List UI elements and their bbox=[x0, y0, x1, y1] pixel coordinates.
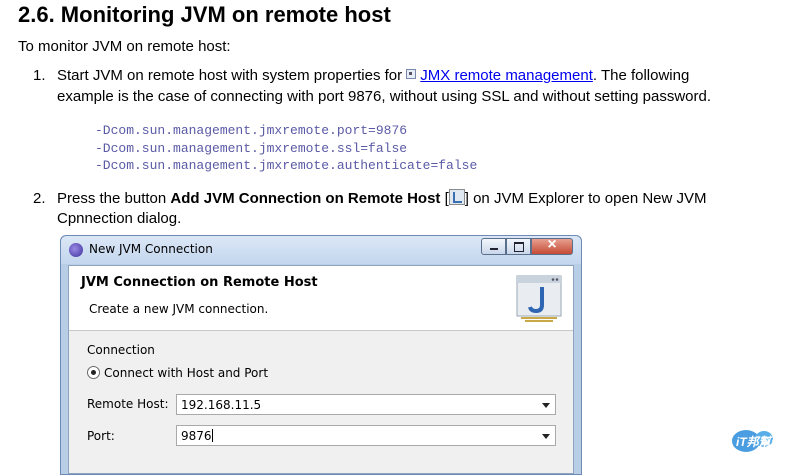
button-name: Add JVM Connection on Remote Host bbox=[170, 190, 441, 207]
maximize-button[interactable] bbox=[506, 238, 531, 255]
jmx-remote-management-link[interactable]: JMX remote management bbox=[420, 67, 593, 84]
step-1-number: 1. bbox=[33, 67, 46, 84]
step-1-line-2: example is the case of connecting with p… bbox=[57, 88, 711, 105]
header-description: Create a new JVM connection. bbox=[89, 302, 269, 316]
section-heading: 2.6. Monitoring JVM on remote host bbox=[18, 2, 391, 27]
connect-host-port-radio[interactable]: Connect with Host and Port bbox=[87, 366, 268, 380]
dialog-title: New JVM Connection bbox=[89, 242, 213, 256]
remote-host-combo[interactable]: 192.168.11.5 bbox=[176, 394, 556, 415]
port-combo[interactable]: 9876 bbox=[176, 425, 556, 446]
radio-label: Connect with Host and Port bbox=[104, 366, 269, 380]
new-jvm-connection-dialog: New JVM Connection JVM Connection on Rem… bbox=[60, 235, 582, 475]
remote-host-value: 192.168.11.5 bbox=[181, 398, 262, 412]
jvm-wizard-icon bbox=[516, 275, 562, 322]
code-block: -Dcom.sun.management.jmxremote.port=9876… bbox=[95, 122, 477, 175]
text-caret bbox=[211, 429, 213, 442]
step-2-line-1: Press the button Add JVM Connection on R… bbox=[57, 189, 707, 209]
intro-text: To monitor JVM on remote host: bbox=[18, 38, 231, 55]
minimize-button[interactable] bbox=[481, 238, 506, 255]
port-value: 9876 bbox=[181, 429, 212, 443]
code-line: -Dcom.sun.management.jmxremote.ssl=false bbox=[95, 140, 408, 156]
watermark-text: iT邦幫忙 bbox=[736, 435, 785, 449]
code-line: -Dcom.sun.management.jmxremote.authentic… bbox=[95, 158, 478, 173]
step-2-text: Press the button bbox=[57, 190, 171, 207]
step-1-text: Start JVM on remote host with system pro… bbox=[57, 67, 407, 84]
port-label: Port: bbox=[87, 429, 115, 443]
connection-panel: Connection Connect with Host and Port Re… bbox=[69, 331, 573, 473]
close-button[interactable] bbox=[531, 236, 573, 255]
itbang-watermark-logo: iT邦幫忙 bbox=[732, 430, 785, 452]
connection-group-label: Connection bbox=[87, 343, 155, 357]
dialog-header: JVM Connection on Remote Host Create a n… bbox=[69, 266, 573, 331]
chevron-down-icon[interactable] bbox=[542, 434, 550, 439]
remote-host-label: Remote Host: bbox=[87, 397, 169, 411]
dialog-content: JVM Connection on Remote Host Create a n… bbox=[68, 265, 574, 474]
step-1-text-after: . The following bbox=[592, 67, 690, 84]
bracket-open: [ bbox=[440, 190, 449, 207]
radio-selected-icon bbox=[87, 366, 100, 379]
code-line: -Dcom.sun.management.jmxremote.port=9876 bbox=[95, 123, 408, 138]
add-remote-connection-icon bbox=[448, 189, 465, 205]
external-link-icon bbox=[406, 69, 417, 79]
header-title: JVM Connection on Remote Host bbox=[81, 275, 318, 290]
eclipse-icon bbox=[69, 243, 83, 257]
step-2-text-after: on JVM Explorer to open New JVM bbox=[468, 190, 707, 207]
dialog-titlebar[interactable]: New JVM Connection bbox=[61, 236, 581, 264]
chevron-down-icon[interactable] bbox=[542, 403, 550, 408]
window-controls bbox=[481, 236, 573, 256]
step-1-line-1: Start JVM on remote host with system pro… bbox=[57, 66, 689, 86]
step-2-number: 2. bbox=[33, 190, 46, 207]
step-2-line-2: Cpnnection dialog. bbox=[57, 210, 182, 227]
